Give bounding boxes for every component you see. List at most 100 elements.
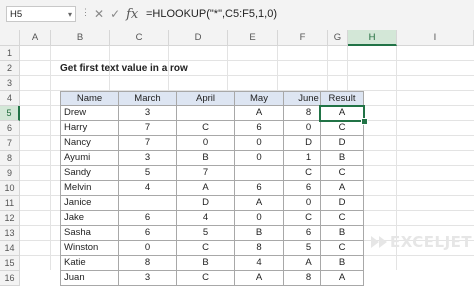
row-header-12[interactable]: 12 (0, 211, 20, 226)
table-cell-name[interactable]: Juan (60, 270, 119, 286)
column-header-f[interactable]: F (278, 30, 328, 46)
table-cell-name[interactable]: Harry (60, 120, 119, 136)
fill-handle[interactable] (361, 118, 368, 125)
table-cell-march[interactable]: 5 (118, 165, 177, 181)
table-cell-name[interactable]: Melvin (60, 180, 119, 196)
table-cell-april[interactable]: C (176, 270, 235, 286)
column-header-h[interactable]: H (348, 30, 397, 46)
enter-icon[interactable]: ✓ (110, 7, 120, 21)
table-cell-name[interactable]: Janice (60, 195, 119, 211)
table-cell-april[interactable] (176, 105, 235, 121)
table-cell-april[interactable]: A (176, 180, 235, 196)
header-result[interactable]: Result (320, 91, 364, 106)
result-cell[interactable]: C (320, 210, 364, 226)
table-cell-name[interactable]: Winston (60, 240, 119, 256)
chevron-down-icon[interactable]: ▾ (68, 7, 72, 22)
result-cell[interactable]: A (320, 270, 364, 286)
table-cell-april[interactable]: 7 (176, 165, 235, 181)
header-may[interactable]: May (234, 91, 284, 106)
cancel-icon[interactable]: ✕ (94, 7, 104, 21)
table-cell-march[interactable]: 7 (118, 120, 177, 136)
row-header-5[interactable]: 5 (0, 106, 20, 121)
table-cell-march[interactable]: 6 (118, 210, 177, 226)
table-cell-march[interactable]: 6 (118, 225, 177, 241)
table-cell-may[interactable]: 6 (234, 180, 284, 196)
table-cell-april[interactable]: 4 (176, 210, 235, 226)
table-cell-name[interactable]: Sasha (60, 225, 119, 241)
row-header-1[interactable]: 1 (0, 46, 20, 61)
table-cell-april[interactable]: C (176, 240, 235, 256)
table-cell-march[interactable]: 8 (118, 255, 177, 271)
table-cell-may[interactable]: A (234, 105, 284, 121)
name-box[interactable]: H5 ▾ (6, 6, 76, 22)
table-cell-march[interactable] (118, 195, 177, 211)
row-header-7[interactable]: 7 (0, 136, 20, 151)
table-cell-april[interactable]: 0 (176, 135, 235, 151)
select-all-corner[interactable] (0, 30, 20, 46)
table-cell-name[interactable]: Jake (60, 210, 119, 226)
result-cell[interactable]: C (320, 165, 364, 181)
result-cell[interactable]: A (320, 180, 364, 196)
table-cell-may[interactable]: A (234, 270, 284, 286)
row-header-16[interactable]: 16 (0, 271, 20, 286)
row-header-8[interactable]: 8 (0, 151, 20, 166)
table-cell-may[interactable]: 0 (234, 210, 284, 226)
table-cell-may[interactable]: B (234, 225, 284, 241)
column-header-i[interactable]: I (397, 30, 474, 46)
table-cell-april[interactable]: D (176, 195, 235, 211)
table-cell-march[interactable]: 4 (118, 180, 177, 196)
result-cell[interactable]: D (320, 195, 364, 211)
table-cell-may[interactable]: 8 (234, 240, 284, 256)
table-cell-april[interactable]: B (176, 255, 235, 271)
table-cell-name[interactable]: Nancy (60, 135, 119, 151)
table-cell-name[interactable]: Drew (60, 105, 119, 121)
table-cell-may[interactable]: 4 (234, 255, 284, 271)
row-header-15[interactable]: 15 (0, 256, 20, 271)
result-cell[interactable]: B (320, 225, 364, 241)
table-cell-name[interactable]: Katie (60, 255, 119, 271)
row-header-4[interactable]: 4 (0, 91, 20, 106)
row-header-6[interactable]: 6 (0, 121, 20, 136)
column-header-g[interactable]: G (328, 30, 348, 46)
header-april[interactable]: April (176, 91, 235, 106)
table-cell-april[interactable]: C (176, 120, 235, 136)
exceljet-logo-mark (371, 236, 387, 248)
table-cell-march[interactable]: 3 (118, 105, 177, 121)
fx-icon[interactable]: fx (126, 7, 138, 22)
formula-bar: H5 ▾ ⋮ ✕ ✓ fx =HLOOKUP("*",C5:F5,1,0) (0, 0, 474, 31)
row-header-14[interactable]: 14 (0, 241, 20, 256)
result-cell[interactable]: B (320, 150, 364, 166)
column-header-c[interactable]: C (110, 30, 169, 46)
column-header-b[interactable]: B (51, 30, 110, 46)
table-cell-may[interactable]: 0 (234, 135, 284, 151)
table-cell-april[interactable]: B (176, 150, 235, 166)
active-cell-selection[interactable] (319, 105, 365, 122)
table-cell-march[interactable]: 3 (118, 270, 177, 286)
column-header-a[interactable]: A (20, 30, 51, 46)
result-cell[interactable]: C (320, 240, 364, 256)
row-header-2[interactable]: 2 (0, 61, 20, 76)
row-header-9[interactable]: 9 (0, 166, 20, 181)
table-cell-may[interactable]: A (234, 195, 284, 211)
result-cell[interactable]: B (320, 255, 364, 271)
table-cell-name[interactable]: Sandy (60, 165, 119, 181)
row-header-10[interactable]: 10 (0, 181, 20, 196)
table-cell-may[interactable] (234, 165, 284, 181)
header-name[interactable]: Name (60, 91, 119, 106)
table-cell-march[interactable]: 0 (118, 240, 177, 256)
table-cell-march[interactable]: 3 (118, 150, 177, 166)
column-header-d[interactable]: D (169, 30, 228, 46)
result-cell[interactable]: D (320, 135, 364, 151)
formula-input[interactable]: =HLOOKUP("*",C5:F5,1,0) (146, 6, 277, 22)
table-cell-may[interactable]: 6 (234, 120, 284, 136)
column-header-e[interactable]: E (228, 30, 278, 46)
table-cell-name[interactable]: Ayumi (60, 150, 119, 166)
table-cell-march[interactable]: 7 (118, 135, 177, 151)
row-header-3[interactable]: 3 (0, 76, 20, 91)
row-header-13[interactable]: 13 (0, 226, 20, 241)
table-cell-april[interactable]: 5 (176, 225, 235, 241)
table-cell-may[interactable]: 0 (234, 150, 284, 166)
header-march[interactable]: March (118, 91, 177, 106)
row-header-11[interactable]: 11 (0, 196, 20, 211)
result-cell[interactable]: C (320, 120, 364, 136)
